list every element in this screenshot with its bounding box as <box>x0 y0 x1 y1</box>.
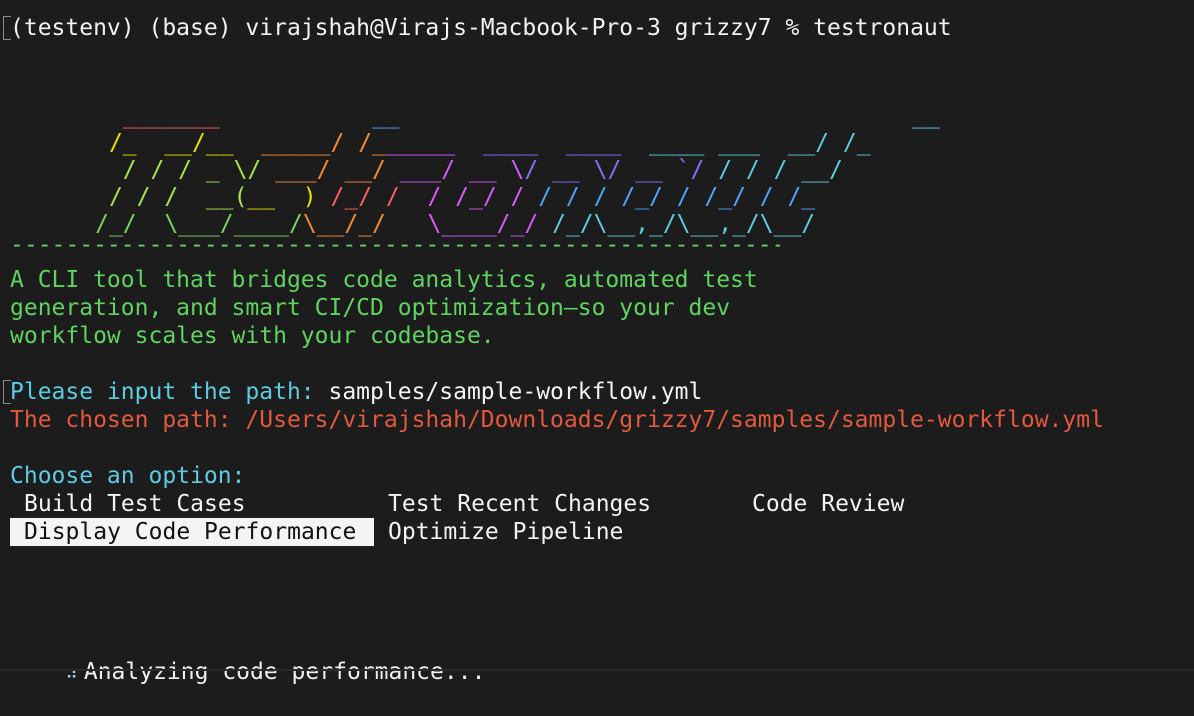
logo-segment-21: \____/_/ <box>427 211 553 237</box>
logo-segment-11: ___/ __ \ <box>399 157 525 183</box>
option-code-review[interactable]: Code Review <box>752 490 904 518</box>
chosen-path-label: The chosen path: <box>10 407 246 433</box>
logo-segment-9: / / / _ \/ <box>95 157 276 183</box>
logo-segment-3: __ <box>413 103 940 129</box>
logo-segment-4: /_ __/__ <box>95 130 248 156</box>
description-line-3: workflow scales with your codebase. <box>10 323 495 349</box>
logo-segment-19: /_/ \___/____/ <box>95 211 303 237</box>
option-optimize-pipeline[interactable]: Optimize Pipeline <box>388 518 623 546</box>
option-test-recent-changes[interactable]: Test Recent Changes <box>388 490 651 518</box>
logo-segment-5: _____/ /_ <box>247 130 386 156</box>
logo-segment-13: / / / __/ <box>704 157 843 183</box>
spinner-icon: ⠴ <box>65 664 78 684</box>
logo-segment-6: _____ <box>385 130 469 156</box>
chosen-path-value: /Users/virajshah/Downloads/grizzy7/sampl… <box>245 407 1104 433</box>
choose-option-label: Choose an option: <box>10 463 246 489</box>
description-line-1: A CLI tool that bridges code analytics, … <box>10 267 758 293</box>
chosen-path-line: The chosen path: /Users/virajshah/Downlo… <box>10 406 1104 434</box>
logo-segment-10: ___/ __/ <box>275 157 400 183</box>
option-build-test-cases[interactable]: Build Test Cases <box>24 490 246 518</box>
path-input-label: Please input the path: <box>10 379 315 405</box>
logo-segment-7: ____ ____ <box>469 130 636 156</box>
logo-segment-14: / / / __( <box>95 184 248 210</box>
logo-segment-18: / / / /_/ / /_/ / /_ <box>538 184 816 210</box>
logo-segment-1: _______ <box>95 103 234 129</box>
logo-segment-15: __ ) <box>247 184 331 210</box>
path-input-line[interactable]: Please input the path: samples/sample-wo… <box>10 378 702 406</box>
status-line: ⠴ Analyzing code performance... <box>10 630 485 685</box>
logo-segment-16: /_/ / <box>330 184 428 210</box>
logo-segment-2: __ <box>233 103 414 129</box>
path-input-value[interactable]: samples/sample-workflow.yml <box>315 379 702 405</box>
logo-segment-17: / /_/ / <box>427 184 539 210</box>
terminal-window: (testenv) (base) virajshah@Virajs-Macboo… <box>0 0 1194 685</box>
status-text: Analyzing code performance... <box>83 659 486 685</box>
option-display-code-performance[interactable]: Display Code Performance <box>10 518 374 546</box>
divider-line: ----------------------------------------… <box>10 238 780 252</box>
logo-segment-22: /_/\__,_/\__,_/\__/ <box>552 211 816 237</box>
logo-segment-20: \__/_/ <box>302 211 428 237</box>
logo-segment-12: / __ \/ __ `/ <box>524 157 705 183</box>
ascii-logo: _______ __ __ /_ __/__ _____/ /______ __… <box>12 76 940 237</box>
shell-prompt-line: (testenv) (base) virajshah@Virajs-Macboo… <box>10 15 952 41</box>
description-line-2: generation, and smart CI/CD optimization… <box>10 295 731 321</box>
logo-segment-8: ____ ___ __/ /_ <box>635 130 871 156</box>
